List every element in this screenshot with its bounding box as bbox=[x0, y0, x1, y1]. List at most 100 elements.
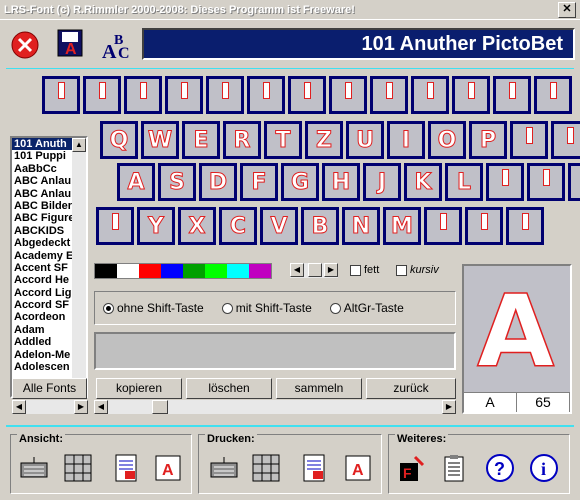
copy-button[interactable]: kopieren bbox=[96, 378, 182, 399]
key-row1-0[interactable] bbox=[42, 76, 80, 114]
collect-button[interactable]: sammeln bbox=[276, 378, 362, 399]
all-fonts-button[interactable]: Alle Fonts bbox=[12, 378, 87, 399]
key-row3-11[interactable] bbox=[568, 163, 580, 201]
bold-checkbox[interactable]: fett bbox=[350, 264, 379, 276]
key-row2-5[interactable]: Z bbox=[305, 121, 343, 159]
list-item[interactable]: Accord Lig bbox=[12, 287, 74, 299]
color-swatch[interactable] bbox=[95, 264, 117, 278]
key-row1-3[interactable] bbox=[165, 76, 203, 114]
key-row2-7[interactable]: I bbox=[387, 121, 425, 159]
key-row2-9[interactable]: P bbox=[469, 121, 507, 159]
radio-dot[interactable] bbox=[103, 302, 114, 314]
key-row2-10[interactable] bbox=[510, 121, 548, 159]
list-item[interactable]: Adam bbox=[12, 324, 74, 336]
shift-mode-radio[interactable]: mit Shift-Taste bbox=[221, 301, 312, 315]
list-item[interactable]: Accent SF bbox=[12, 262, 74, 274]
key-row1-4[interactable] bbox=[206, 76, 244, 114]
key-row2-1[interactable]: W bbox=[141, 121, 179, 159]
font-list-scrollbar[interactable]: ▲ ▼ bbox=[72, 138, 86, 396]
key-row4-4[interactable]: V bbox=[260, 207, 298, 245]
font-sheet-icon[interactable]: A bbox=[153, 453, 183, 483]
key-row4-5[interactable]: B bbox=[301, 207, 339, 245]
key-row4-7[interactable]: M bbox=[383, 207, 421, 245]
color-swatch[interactable] bbox=[117, 264, 139, 278]
scroll-left-icon[interactable]: ◀ bbox=[290, 263, 304, 277]
key-row1-11[interactable] bbox=[493, 76, 531, 114]
window-close-button[interactable]: ✕ bbox=[558, 2, 576, 18]
list-item[interactable]: Accord He bbox=[12, 274, 74, 286]
list-item[interactable]: AaBbCc bbox=[12, 163, 74, 175]
scroll-thumb[interactable] bbox=[308, 263, 322, 277]
color-swatch[interactable] bbox=[227, 264, 249, 278]
list-item[interactable]: ABC Bilder bbox=[12, 200, 74, 212]
key-row1-9[interactable] bbox=[411, 76, 449, 114]
scroll-right-icon[interactable]: ▶ bbox=[442, 400, 456, 414]
key-row2-2[interactable]: E bbox=[182, 121, 220, 159]
scroll-left-icon[interactable]: ◀ bbox=[94, 400, 108, 414]
key-row3-9[interactable] bbox=[486, 163, 524, 201]
key-row3-4[interactable]: G bbox=[281, 163, 319, 201]
back-button[interactable]: zurück bbox=[366, 378, 456, 399]
list-item[interactable]: 101 Puppi bbox=[12, 150, 74, 162]
print-document-icon[interactable] bbox=[299, 453, 329, 483]
key-row4-9[interactable] bbox=[465, 207, 503, 245]
key-row3-6[interactable]: J bbox=[363, 163, 401, 201]
list-item[interactable]: Addled bbox=[12, 336, 74, 348]
list-item[interactable]: 101 Anuth bbox=[12, 138, 74, 151]
key-row2-4[interactable]: T bbox=[264, 121, 302, 159]
help-icon[interactable]: ? bbox=[485, 453, 515, 483]
text-hscrollbar[interactable]: ◀ ▶ bbox=[94, 400, 456, 414]
key-row3-3[interactable]: F bbox=[240, 163, 278, 201]
key-row4-8[interactable] bbox=[424, 207, 462, 245]
scroll-right-icon[interactable]: ▶ bbox=[74, 400, 88, 414]
list-item[interactable]: ABC Figure bbox=[12, 212, 74, 224]
key-row2-3[interactable]: R bbox=[223, 121, 261, 159]
sample-text-field[interactable] bbox=[94, 332, 456, 370]
document-icon[interactable] bbox=[111, 453, 141, 483]
scroll-right-icon[interactable]: ▶ bbox=[324, 263, 338, 277]
list-item[interactable]: Adolescen bbox=[12, 361, 74, 373]
key-row1-1[interactable] bbox=[83, 76, 121, 114]
list-item[interactable]: Academy E bbox=[12, 250, 74, 262]
list-item[interactable]: Abgedeckt bbox=[12, 237, 74, 249]
shift-mode-radio[interactable]: ohne Shift-Taste bbox=[103, 301, 204, 315]
key-row4-0[interactable] bbox=[96, 207, 134, 245]
scroll-up-icon[interactable]: ▲ bbox=[72, 138, 86, 152]
key-row3-10[interactable] bbox=[527, 163, 565, 201]
color-swatch[interactable] bbox=[205, 264, 227, 278]
key-row1-2[interactable] bbox=[124, 76, 162, 114]
key-row1-10[interactable] bbox=[452, 76, 490, 114]
print-font-sheet-icon[interactable]: A bbox=[343, 453, 373, 483]
color-swatch[interactable] bbox=[139, 264, 161, 278]
list-item[interactable]: Acordeon bbox=[12, 311, 74, 323]
key-row4-6[interactable]: N bbox=[342, 207, 380, 245]
key-row3-2[interactable]: D bbox=[199, 163, 237, 201]
list-item[interactable]: Accord SF bbox=[12, 299, 74, 311]
list-hscrollbar[interactable]: ◀ ▶ bbox=[12, 400, 88, 414]
delete-button[interactable]: löschen bbox=[186, 378, 272, 399]
clipboard-icon[interactable] bbox=[439, 453, 469, 483]
key-row1-12[interactable] bbox=[534, 76, 572, 114]
key-row2-11[interactable] bbox=[551, 121, 580, 159]
key-row3-0[interactable]: A bbox=[117, 163, 155, 201]
key-row4-3[interactable]: C bbox=[219, 207, 257, 245]
italic-checkbox[interactable]: kursiv bbox=[396, 264, 439, 276]
key-row4-2[interactable]: X bbox=[178, 207, 216, 245]
key-row4-1[interactable]: Y bbox=[137, 207, 175, 245]
size-scrollbar[interactable]: ◀ ▶ bbox=[290, 263, 338, 278]
grid-icon[interactable] bbox=[63, 453, 93, 483]
install-font-icon[interactable]: F bbox=[397, 453, 427, 483]
abc-font-icon[interactable]: A B C bbox=[100, 28, 134, 62]
list-item[interactable]: ABC Anlau bbox=[12, 175, 74, 187]
info-icon[interactable]: i bbox=[529, 453, 559, 483]
list-item[interactable]: ABCKIDS bbox=[12, 225, 74, 237]
key-row4-10[interactable] bbox=[506, 207, 544, 245]
key-row3-1[interactable]: S bbox=[158, 163, 196, 201]
save-font-icon[interactable]: A bbox=[56, 28, 86, 60]
radio-dot[interactable] bbox=[221, 302, 233, 314]
shift-mode-radio[interactable]: AltGr-Taste bbox=[329, 301, 404, 315]
key-row3-5[interactable]: H bbox=[322, 163, 360, 201]
scroll-left-icon[interactable]: ◀ bbox=[12, 400, 26, 414]
scroll-thumb[interactable] bbox=[152, 400, 168, 414]
color-swatch[interactable] bbox=[161, 264, 183, 278]
